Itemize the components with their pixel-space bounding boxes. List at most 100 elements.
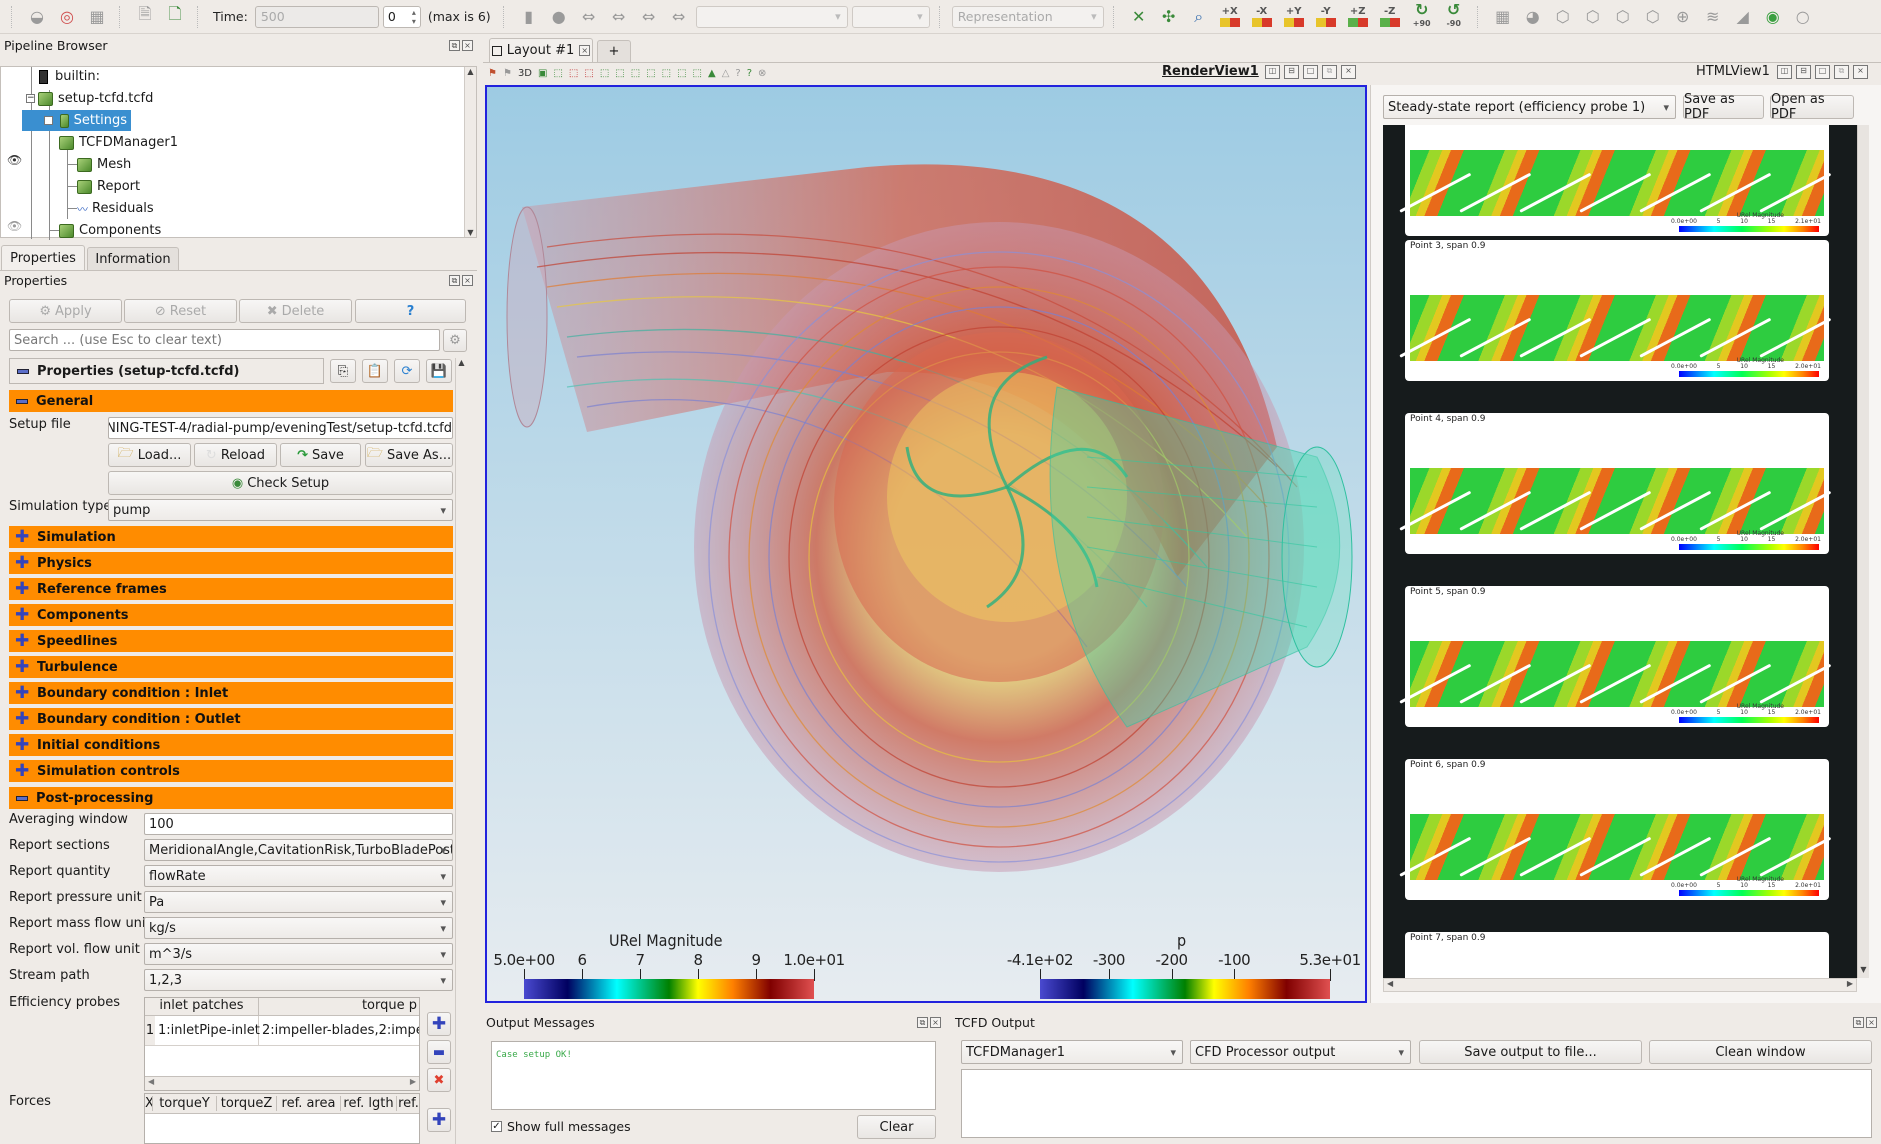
close-view-icon[interactable]: × — [1853, 65, 1868, 79]
capture-icon[interactable]: ▣ — [538, 68, 547, 79]
group-components[interactable]: ✚ Components — [9, 604, 453, 626]
column-header[interactable]: torqueZ — [217, 1096, 277, 1111]
check-setup-button[interactable]: ◉ Check Setup — [108, 471, 453, 495]
tree-item-builtin[interactable]: builtin: — [39, 66, 100, 87]
new-layout-tab-button[interactable]: + — [597, 40, 631, 62]
tcfd-output-text[interactable] — [961, 1069, 1872, 1138]
restore-icon[interactable]: ⧉ — [1322, 65, 1337, 79]
render-mode-icon[interactable]: ▲ — [708, 68, 716, 79]
table-row[interactable]: 1 1:inletPipe-inlet 2:impeller-blades,2:… — [145, 1016, 419, 1046]
report-content[interactable]: 0.0e+00 5 10 15 2.1e+01 URel Magnitude Point 3… — [1383, 125, 1869, 978]
report-pressure-unit-select[interactable]: Pa — [144, 891, 453, 913]
reset-button[interactable]: ⊘ Reset — [124, 299, 237, 323]
forces-table[interactable]: XtorqueYtorqueZref. arearef. lgthref. — [144, 1093, 420, 1144]
extract-level-icon[interactable]: ○ — [1790, 4, 1816, 30]
group-boundary-condition-inlet[interactable]: ✚ Boundary condition : Inlet — [9, 682, 453, 704]
visibility-eye-icon[interactable]: 👁 — [7, 153, 22, 167]
rescale-custom-icon[interactable]: ⇔ — [606, 4, 632, 30]
group-initial-conditions[interactable]: ✚ Initial conditions — [9, 734, 453, 756]
delete-button[interactable]: ✖ Delete — [239, 299, 352, 323]
report-sections-select[interactable]: MeridionalAngle,CavitationRisk,TurboBlad… — [144, 839, 453, 861]
close-icon[interactable]: × — [930, 1017, 941, 1028]
tree-item-mesh[interactable]: Mesh — [77, 154, 131, 175]
animation-icon[interactable]: ▦ — [84, 4, 110, 30]
add-row-button[interactable]: ✚ — [427, 1012, 451, 1036]
split-vertical-icon[interactable]: ⊟ — [1284, 65, 1299, 79]
group-simulation-controls[interactable]: ✚ Simulation controls — [9, 760, 453, 782]
contour-icon[interactable]: ◕ — [1520, 4, 1546, 30]
find-data-icon[interactable]: ? — [747, 68, 752, 79]
split-horizontal-icon[interactable]: ◫ — [1777, 65, 1792, 79]
save-as-pdf-button[interactable]: Save as PDF — [1683, 92, 1764, 122]
undock-icon[interactable]: ⧉ — [917, 1017, 928, 1028]
copy-icon[interactable]: ⎘ — [330, 359, 356, 383]
close-view-icon[interactable]: × — [1341, 65, 1356, 79]
view-minus-y-button[interactable]: -Y — [1312, 6, 1340, 27]
glyph-icon[interactable]: ⊕ — [1670, 4, 1696, 30]
column-header[interactable]: X — [145, 1096, 153, 1111]
visibility-eye-icon[interactable]: 👁 — [7, 219, 22, 233]
split-horizontal-icon[interactable]: ◫ — [1265, 65, 1280, 79]
color-by-select[interactable] — [695, 5, 848, 28]
report-mass-flow-unit-select[interactable]: kg/s — [144, 917, 453, 939]
select-cells-icon[interactable]: ⚑ — [503, 68, 512, 79]
paste-icon[interactable]: 📋 — [362, 359, 388, 383]
render-view-3d[interactable]: URel Magnitude 5.0e+00 6 7 8 9 1.0e+01 p -4.1… — [485, 85, 1367, 1003]
output-messages-text[interactable]: Case setup OK! — [491, 1041, 936, 1110]
color-legend-icon[interactable]: ▮ — [516, 4, 542, 30]
group-datasets-icon[interactable]: ◉ — [1760, 4, 1786, 30]
save-as-button[interactable]: 🗁 Save As... — [365, 443, 453, 467]
maximize-icon[interactable]: □ — [1303, 65, 1318, 79]
grow-selection-icon[interactable]: ⬚ — [662, 68, 671, 79]
group-simulation[interactable]: ✚ Simulation — [9, 526, 453, 548]
load-state-icon[interactable]: 🗋 — [162, 4, 188, 30]
averaging-window-input[interactable]: 100 — [144, 813, 453, 835]
report-quantity-select[interactable]: flowRate — [144, 865, 453, 887]
tree-item-tcfdmanager[interactable]: TCFDManager1 — [59, 132, 178, 153]
save-disk-icon[interactable]: 💾 — [426, 359, 452, 383]
clear-selection-icon[interactable]: ⬚ — [693, 68, 702, 79]
stop-icon[interactable]: ⊗ — [758, 68, 766, 79]
group-post-processing[interactable]: Post-processing — [9, 787, 453, 809]
save-state-icon[interactable]: 🗎 — [132, 4, 158, 30]
report-select[interactable]: Steady-state report (efficiency probe 1) — [1383, 95, 1676, 119]
maximize-icon[interactable]: □ — [1815, 65, 1830, 79]
group-speedlines[interactable]: ✚ Speedlines — [9, 630, 453, 652]
split-vertical-icon[interactable]: ⊟ — [1796, 65, 1811, 79]
tab-properties[interactable]: Properties — [1, 245, 85, 271]
properties-scrollbar[interactable]: ▲ — [455, 358, 467, 1144]
tree-item-setup-file[interactable]: − setup-tcfd.tcfd — [26, 88, 153, 109]
load-button[interactable]: 🗁 Load... — [108, 443, 191, 467]
representation-select[interactable]: Representation — [951, 5, 1104, 28]
view-minus-z-button[interactable]: -Z — [1376, 6, 1404, 27]
column-header[interactable]: inlet patches — [145, 998, 259, 1015]
threshold-icon[interactable]: ⬡ — [1610, 4, 1636, 30]
rescale-range-icon[interactable]: ⇔ — [576, 4, 602, 30]
advanced-settings-gear-icon[interactable]: ⚙ — [443, 329, 467, 352]
shrink-selection-icon[interactable]: ⬚ — [677, 68, 686, 79]
setup-file-input[interactable]: EVENING-TEST-4/radial-pump/eveningTest/s… — [108, 417, 453, 439]
group-reference-frames[interactable]: ✚ Reference frames — [9, 578, 453, 600]
color-map-icon[interactable]: ◎ — [54, 4, 80, 30]
rotate-plus-90-button[interactable]: ↻ +90 — [1408, 2, 1436, 29]
select-points-through-icon[interactable]: ⬚ — [584, 68, 593, 79]
calculator-icon[interactable]: ▦ — [1490, 4, 1516, 30]
table-hscrollbar[interactable]: ◀ ▶ — [145, 1076, 419, 1090]
close-icon[interactable]: × — [1866, 1017, 1877, 1028]
select-on-icon[interactable]: ⬚ — [553, 68, 562, 79]
time-input[interactable]: 500 — [254, 5, 379, 28]
html-view-vscrollbar[interactable]: ▼ — [1857, 125, 1869, 978]
close-icon[interactable]: × — [462, 275, 473, 286]
hover-points-icon[interactable]: ⬚ — [646, 68, 655, 79]
group-physics[interactable]: ✚ Physics — [9, 552, 453, 574]
help-button[interactable]: ? — [355, 299, 466, 323]
stream-path-select[interactable]: 1,2,3 — [144, 969, 453, 991]
view-minus-x-button[interactable]: -X — [1248, 6, 1276, 27]
select-block-icon[interactable]: ⬚ — [615, 68, 624, 79]
select-points-icon[interactable]: ⚑ — [488, 68, 497, 79]
close-icon[interactable]: × — [462, 40, 473, 51]
undock-icon[interactable]: ⧉ — [1853, 1017, 1864, 1028]
query-icon[interactable]: ? — [735, 68, 740, 79]
group-general[interactable]: General — [9, 390, 453, 412]
view-plus-y-button[interactable]: +Y — [1280, 6, 1308, 27]
